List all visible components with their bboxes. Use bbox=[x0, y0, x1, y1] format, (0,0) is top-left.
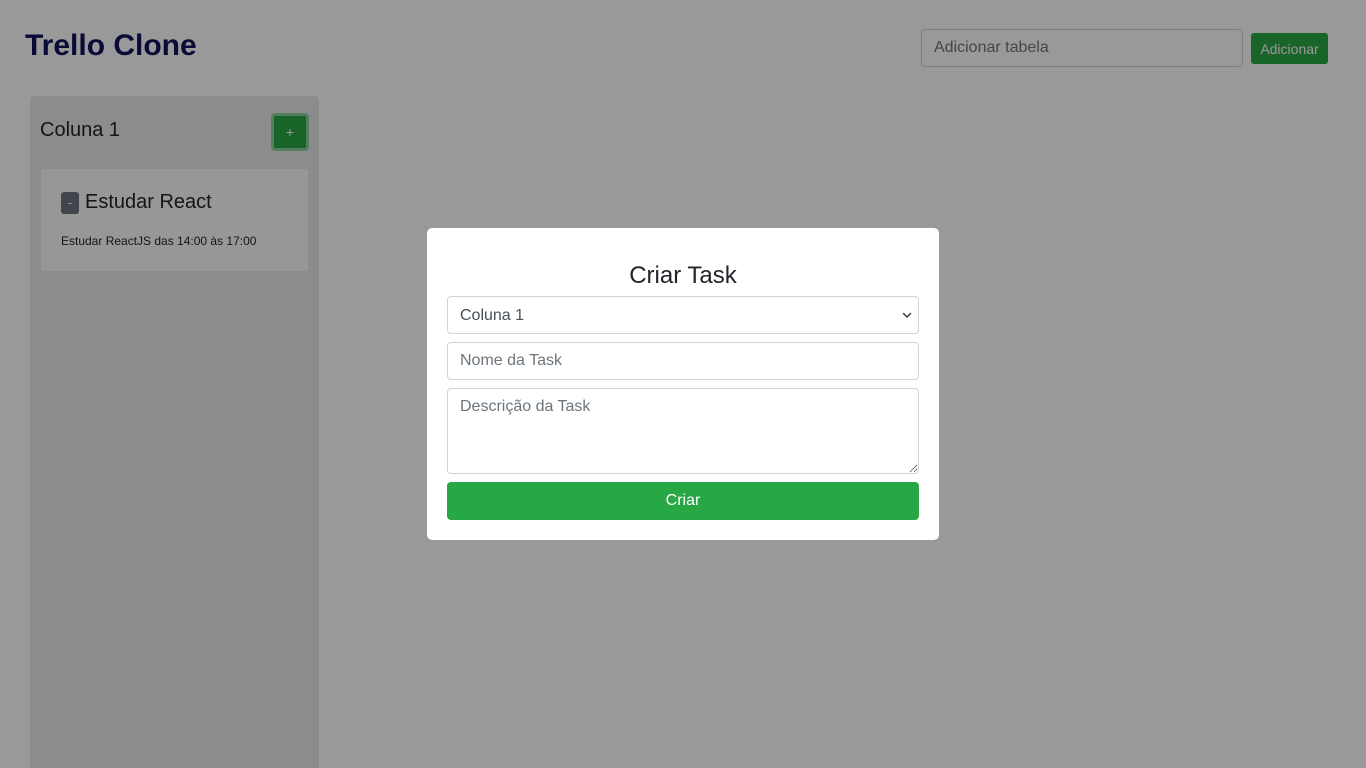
create-task-modal: Criar Task Coluna 1 Criar bbox=[427, 228, 939, 540]
create-task-submit-button[interactable]: Criar bbox=[447, 482, 919, 520]
modal-title: Criar Task bbox=[629, 262, 737, 289]
task-name-input[interactable] bbox=[447, 342, 919, 380]
column-select-wrapper: Coluna 1 bbox=[447, 296, 919, 334]
column-select[interactable]: Coluna 1 bbox=[447, 296, 919, 334]
task-description-input[interactable] bbox=[447, 388, 919, 474]
